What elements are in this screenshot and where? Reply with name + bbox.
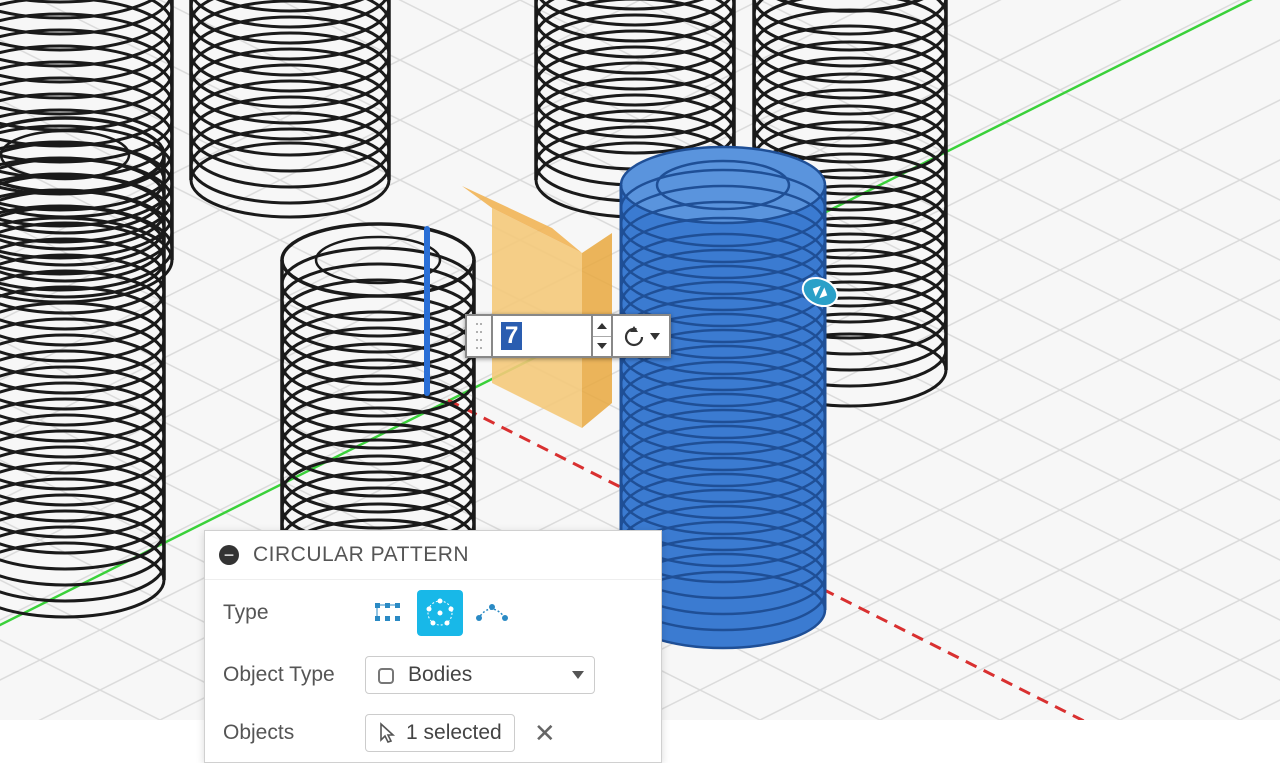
row-type: Type [205, 580, 661, 646]
axis-z-handle[interactable] [424, 226, 430, 396]
chevron-down-icon [650, 333, 660, 340]
viewport-canvas[interactable]: 7 − CIRCULAR PATTERN Type [0, 0, 1280, 720]
drag-grip-icon[interactable] [465, 314, 491, 358]
circular-pattern-panel: − CIRCULAR PATTERN Type [204, 530, 662, 763]
path-pattern-icon [475, 601, 509, 625]
close-icon: ✕ [534, 718, 556, 749]
chevron-down-icon [572, 671, 584, 679]
full-circle-icon [622, 324, 646, 348]
clear-selection-button[interactable]: ✕ [527, 715, 563, 751]
minus-icon: − [224, 546, 235, 564]
panel-header: − CIRCULAR PATTERN [205, 531, 661, 580]
rectangular-pattern-icon [373, 600, 403, 626]
spinner-up-button[interactable] [593, 316, 611, 337]
panel-title: CIRCULAR PATTERN [253, 543, 469, 567]
quantity-input-widget[interactable]: 7 [465, 314, 671, 358]
spinner-down-button[interactable] [593, 337, 611, 357]
objects-label: Objects [223, 721, 353, 745]
row-object-type: Object Type Bodies [205, 646, 661, 704]
type-option-path[interactable] [469, 590, 515, 636]
type-label: Type [223, 601, 353, 625]
collapse-button[interactable]: − [219, 545, 239, 565]
quantity-input[interactable]: 7 [491, 314, 591, 358]
objects-selection-text: 1 selected [406, 721, 502, 745]
circular-pattern-icon [424, 597, 456, 629]
type-option-circular[interactable] [417, 590, 463, 636]
quantity-spinner[interactable] [591, 314, 611, 358]
object-type-dropdown[interactable]: Bodies [365, 656, 595, 694]
object-type-label: Object Type [223, 663, 353, 687]
quantity-value: 7 [501, 322, 522, 350]
distribution-dropdown[interactable] [611, 314, 671, 358]
object-type-value: Bodies [408, 663, 562, 687]
cursor-icon [378, 722, 396, 744]
pattern-instance[interactable] [0, 100, 180, 640]
pattern-instance[interactable] [175, 0, 405, 240]
body-icon [376, 664, 398, 686]
row-objects: Objects 1 selected ✕ [205, 704, 661, 762]
type-option-rectangular[interactable] [365, 590, 411, 636]
